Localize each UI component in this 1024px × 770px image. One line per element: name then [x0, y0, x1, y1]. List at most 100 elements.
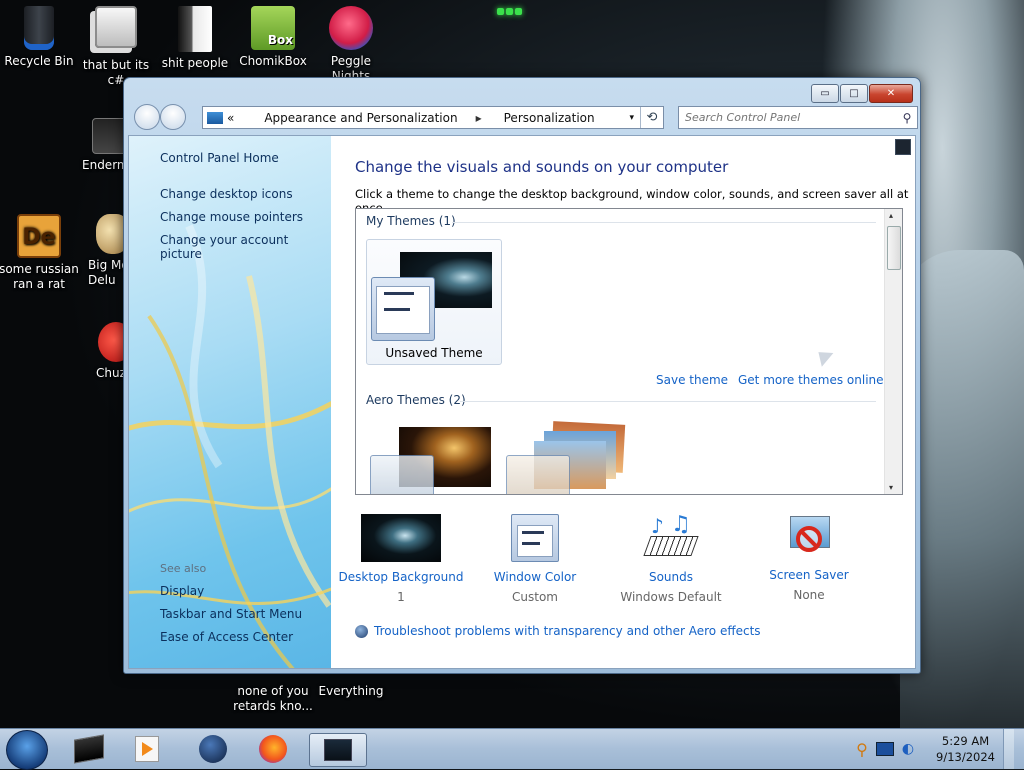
sounds-value: Windows Default [620, 590, 722, 604]
recycle-bin-icon [24, 6, 54, 50]
troubleshoot-label[interactable]: Troubleshoot problems with transparency … [374, 624, 761, 638]
window-color-icon [511, 514, 559, 562]
taskbar-app-globe[interactable] [196, 733, 230, 765]
chomikbox-icon: Box [251, 6, 295, 50]
desktop-icon-shit-people[interactable]: shit people [154, 6, 236, 71]
taskbar-app-terminal[interactable] [72, 733, 106, 765]
clock-time: 5:29 AM [941, 734, 990, 748]
folder-stack-icon [95, 6, 137, 48]
peggle-icon [329, 6, 373, 50]
theme-list-scrollbar[interactable]: ▴ ▾ [884, 209, 902, 494]
unsaved-theme-label: Unsaved Theme [385, 346, 483, 360]
maximize-button[interactable]: □ [840, 84, 868, 103]
desktop-icon-recycle-bin[interactable]: Recycle Bin [0, 6, 80, 69]
clock-date: 9/13/2024 [936, 750, 995, 764]
theme-color-swatch [506, 455, 570, 494]
page-title: Change the visuals and sounds on your co… [355, 158, 729, 176]
show-desktop-button[interactable] [1003, 729, 1014, 769]
close-button[interactable]: ✕ [869, 84, 913, 103]
clock[interactable]: 5:29 AM 9/13/2024 [936, 733, 995, 765]
taskbar-app-control-panel[interactable] [309, 733, 367, 767]
troubleshoot-icon [355, 624, 368, 638]
breadcrumb-appearance[interactable]: Appearance and Personalization [264, 111, 457, 125]
sounds-label[interactable]: Sounds [601, 570, 741, 584]
troubleshoot-link[interactable]: Troubleshoot problems with transparency … [355, 624, 761, 638]
search-input[interactable] [679, 110, 897, 125]
screen-saver-label[interactable]: Screen Saver [739, 568, 879, 582]
breadcrumb-separator[interactable]: ▸ [476, 111, 482, 125]
start-button[interactable] [6, 730, 48, 770]
desktop-background-value: 1 [397, 590, 405, 604]
taskbar-app-firefox[interactable] [256, 733, 290, 765]
control-panel-home-link[interactable]: Control Panel Home [160, 151, 279, 165]
terminal-icon [74, 734, 104, 764]
desktop-background-thumbnail [361, 514, 441, 562]
desktop-icon-some-russian[interactable]: De some russian ran a rat [0, 214, 80, 292]
network-icon[interactable] [875, 742, 894, 756]
desktop-background-label[interactable]: Desktop Background [331, 570, 471, 584]
address-dropdown-icon[interactable]: ▾ [629, 113, 634, 123]
desktop-icon-that-but-its-csharp[interactable]: that but its c# [75, 6, 157, 88]
search-icon[interactable]: ⚲ [897, 111, 917, 125]
left-navigation-pane: Control Panel Home Change desktop icons … [129, 136, 331, 668]
control-panel-taskbar-icon [324, 739, 352, 761]
forward-button[interactable] [160, 104, 186, 130]
desktop-icon-peggle-nights[interactable]: Peggle Nights [310, 6, 392, 84]
desktop-icon-none-of-you[interactable]: none of you retards kno... [232, 684, 314, 714]
mouse-cursor-icon [812, 345, 834, 367]
main-content: Change the visuals and sounds on your co… [331, 136, 915, 668]
get-more-themes-link[interactable]: Get more themes online [738, 373, 884, 387]
wallpaper-lights [496, 4, 528, 16]
firefox-icon [259, 735, 287, 763]
desktop-icon-chomikbox[interactable]: Box ChomikBox [232, 6, 314, 69]
folder-icon [178, 6, 212, 52]
aero-theme-1-tile[interactable] [366, 419, 500, 494]
window-color-setting[interactable]: Window Color Custom [465, 514, 605, 604]
scroll-down-icon[interactable]: ▾ [889, 483, 893, 492]
de-app-icon: De [17, 214, 61, 258]
search-box[interactable]: ⚲ [678, 106, 918, 129]
group-divider [452, 222, 876, 223]
theme-color-swatch [370, 455, 434, 494]
change-desktop-icons-link[interactable]: Change desktop icons [160, 187, 293, 201]
aero-themes-header: Aero Themes (2) [366, 393, 466, 407]
help-icon[interactable] [895, 139, 911, 155]
address-overflow[interactable]: « [227, 111, 234, 125]
group-divider [460, 401, 876, 402]
desktop-background-setting[interactable]: Desktop Background 1 [331, 514, 471, 604]
navigation-bar: « Appearance and Personalization ▸ Perso… [132, 103, 918, 131]
breadcrumb-personalization[interactable]: Personalization [504, 111, 595, 125]
save-theme-link[interactable]: Save theme [656, 373, 728, 387]
update-icon[interactable]: ◐ [902, 741, 914, 757]
window-color-value: Custom [512, 590, 558, 604]
minimize-button[interactable]: ▭ [811, 84, 839, 103]
aero-theme-2-tile[interactable] [506, 419, 640, 494]
scroll-up-icon[interactable]: ▴ [889, 211, 893, 220]
desktop-icon-everything[interactable]: Everything [310, 684, 392, 699]
media-player-icon [135, 736, 159, 762]
scrollbar-thumb[interactable] [887, 226, 901, 270]
address-bar[interactable]: « Appearance and Personalization ▸ Perso… [202, 106, 664, 129]
screen-saver-icon [786, 514, 832, 560]
screen-saver-value: None [793, 588, 825, 602]
my-themes-header: My Themes (1) [366, 214, 456, 228]
caption-buttons: ▭ □ ✕ [811, 84, 913, 103]
refresh-button[interactable]: ⟲ [640, 107, 663, 128]
taskbar: ⚲ ◐ 5:29 AM 9/13/2024 [0, 728, 1024, 770]
change-mouse-pointers-link[interactable]: Change mouse pointers [160, 210, 303, 224]
theme-color-swatch [371, 277, 435, 341]
unsaved-theme-tile[interactable]: Unsaved Theme [366, 239, 502, 365]
control-panel-icon [207, 111, 223, 124]
window-color-label[interactable]: Window Color [465, 570, 605, 584]
globe-icon [199, 735, 227, 763]
ease-of-access-link[interactable]: Ease of Access Center [160, 630, 293, 644]
taskbar-start-menu-link[interactable]: Taskbar and Start Menu [160, 607, 302, 621]
display-link[interactable]: Display [160, 584, 204, 598]
screen-saver-setting[interactable]: Screen Saver None [739, 514, 879, 602]
search-tray-icon[interactable]: ⚲ [856, 740, 868, 759]
sounds-setting[interactable]: ♪ ♫ Sounds Windows Default [601, 512, 741, 604]
system-tray: ⚲ ◐ 5:29 AM 9/13/2024 [856, 729, 1014, 769]
taskbar-app-media-player[interactable] [130, 733, 164, 765]
change-account-picture-link[interactable]: Change your account picture [160, 233, 331, 261]
back-button[interactable] [134, 104, 160, 130]
